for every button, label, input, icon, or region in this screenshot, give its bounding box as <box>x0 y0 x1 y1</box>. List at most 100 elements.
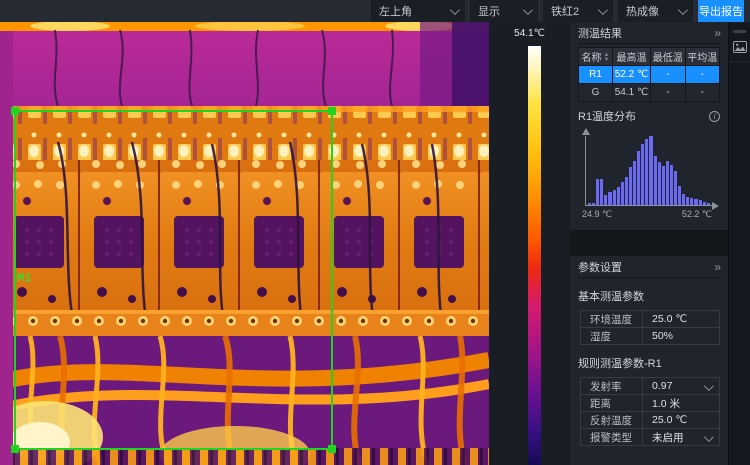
divider <box>729 61 750 62</box>
histogram-bar <box>637 151 640 205</box>
temperature-histogram: 24.9 ℃ 52.2 ℃ <box>578 128 720 220</box>
image-mode-select-value: 热成像 <box>626 3 659 19</box>
reflected-temperature-row: 反射温度 25.0 ℃ <box>581 412 719 429</box>
side-icon-strip <box>728 22 750 465</box>
hist-min-label: 24.9 ℃ <box>582 209 612 220</box>
reflected-temperature-value[interactable]: 25.0 ℃ <box>643 414 719 426</box>
histogram-bar <box>645 139 648 205</box>
histogram-bar <box>625 177 628 205</box>
collapse-results-icon[interactable]: » <box>714 26 720 40</box>
histogram-bar <box>674 171 677 206</box>
basic-params-title: 基本测温参数 <box>578 288 720 304</box>
thermal-colorbar <box>528 46 541 465</box>
info-icon[interactable]: i <box>709 111 720 122</box>
table-row-g[interactable]: G 54.1 ℃ - - <box>579 84 720 102</box>
histogram-bar <box>592 203 595 205</box>
collapse-params-icon[interactable]: » <box>714 260 720 274</box>
results-section: 测温结果 » 名称▲▼ 最高温 最低温 平均温 R1 52.2 ℃ - - <box>570 22 728 230</box>
export-report-button[interactable]: 导出报告 <box>698 0 744 22</box>
cell-max: 52.2 ℃ <box>613 66 651 84</box>
image-mode-select[interactable]: 热成像 <box>618 0 693 22</box>
results-header-row: 名称▲▼ 最高温 最低温 平均温 <box>579 48 720 66</box>
distance-label: 距离 <box>581 395 643 411</box>
colorbar-strip: 54.1℃ <box>489 22 570 465</box>
params-section: 参数设置 » 基本测温参数 环境温度 25.0 ℃ 湿度 50% 规则测温参数-… <box>570 256 728 465</box>
region-handle-top-right[interactable] <box>328 107 336 115</box>
palette-select-value: 铁红2 <box>551 3 579 19</box>
reflected-temperature-label: 反射温度 <box>581 412 643 428</box>
humidity-label: 湿度 <box>581 328 643 344</box>
histogram-bar <box>707 203 710 205</box>
rule-params-table: 发射率 0.97 距离 1.0 米 反射温度 25.0 ℃ 报警类型 未启 <box>580 377 720 446</box>
histogram-bar <box>666 161 669 205</box>
gallery-icon[interactable] <box>733 41 747 53</box>
rule-params-title: 规则测温参数-R1 <box>578 355 720 371</box>
histogram-bar <box>694 199 697 205</box>
histogram-bar <box>604 195 607 205</box>
cell-avg: - <box>685 84 720 102</box>
right-panel: 测温结果 » 名称▲▼ 最高温 最低温 平均温 R1 52.2 ℃ - - <box>570 22 728 465</box>
histogram-bar <box>617 187 620 205</box>
humidity-value[interactable]: 50% <box>643 330 719 342</box>
col-avg: 平均温 <box>685 48 720 66</box>
region-handle-top-left[interactable] <box>11 107 19 115</box>
cell-avg: - <box>685 66 720 84</box>
ambient-temperature-label: 环境温度 <box>581 311 643 327</box>
histogram-bar <box>641 144 644 205</box>
cell-min: - <box>651 66 686 84</box>
palette-select[interactable]: 铁红2 <box>543 0 613 22</box>
table-row-r1[interactable]: R1 52.2 ℃ - - <box>579 66 720 84</box>
region-handle-bottom-left[interactable] <box>11 445 19 453</box>
results-table: 名称▲▼ 最高温 最低温 平均温 R1 52.2 ℃ - - G 54.1 ℃ <box>578 47 720 102</box>
chevron-down-icon <box>450 5 460 15</box>
panel-drag-handle-icon[interactable] <box>733 30 746 33</box>
histogram-bar <box>662 166 665 205</box>
alarm-type-row: 报警类型 未启用 <box>581 429 719 446</box>
distance-value[interactable]: 1.0 米 <box>643 396 719 411</box>
histogram-bars <box>585 136 712 206</box>
display-select-value: 显示 <box>478 3 500 19</box>
histogram-bar <box>629 167 632 205</box>
y-axis-arrow-icon <box>582 128 590 135</box>
histogram-bar <box>670 165 673 205</box>
histogram-bar <box>690 198 693 205</box>
position-select-value: 左上角 <box>379 3 412 19</box>
histogram-bar <box>654 156 657 205</box>
histogram-bar <box>699 200 702 205</box>
cell-max: 54.1 ℃ <box>613 84 651 102</box>
histogram-bar <box>649 136 652 205</box>
histogram-title: R1温度分布 <box>578 108 636 124</box>
position-select[interactable]: 左上角 <box>371 0 465 22</box>
histogram-bar <box>633 161 636 205</box>
histogram-bar <box>678 186 681 205</box>
cell-min: - <box>651 84 686 102</box>
histogram-bar <box>613 190 616 205</box>
chevron-down-icon <box>678 5 688 15</box>
histogram-bar <box>600 179 603 205</box>
histogram-bar <box>608 192 611 205</box>
region-handle-bottom-right[interactable] <box>328 445 336 453</box>
ambient-temperature-value[interactable]: 25.0 ℃ <box>643 313 719 325</box>
colorbar-max-label: 54.1℃ <box>489 28 570 39</box>
histogram-bar <box>686 197 689 205</box>
histogram-bar <box>621 182 624 205</box>
alarm-type-label: 报警类型 <box>581 429 643 445</box>
histogram-bar <box>588 203 591 205</box>
sort-icon[interactable]: ▲▼ <box>604 53 610 63</box>
thermal-analysis-app: 左上角 显示 铁红2 热成像 导出报告 <box>0 0 750 465</box>
histogram-bar <box>596 179 599 205</box>
chevron-down-icon <box>598 5 608 15</box>
col-min: 最低温 <box>651 48 686 66</box>
col-name: 名称 <box>582 53 602 64</box>
distance-row: 距离 1.0 米 <box>581 395 719 412</box>
display-select[interactable]: 显示 <box>470 0 538 22</box>
x-axis-arrow-icon <box>712 202 719 210</box>
histogram-bar <box>658 162 661 205</box>
region-label: R1 <box>17 272 31 284</box>
basic-params-table: 环境温度 25.0 ℃ 湿度 50% <box>580 310 720 345</box>
thermal-image-viewport[interactable]: R1 <box>0 22 489 465</box>
emissivity-label: 发射率 <box>581 378 643 394</box>
histogram-bar <box>703 202 706 205</box>
measure-region-r1[interactable] <box>14 110 333 450</box>
humidity-row: 湿度 50% <box>581 328 719 345</box>
